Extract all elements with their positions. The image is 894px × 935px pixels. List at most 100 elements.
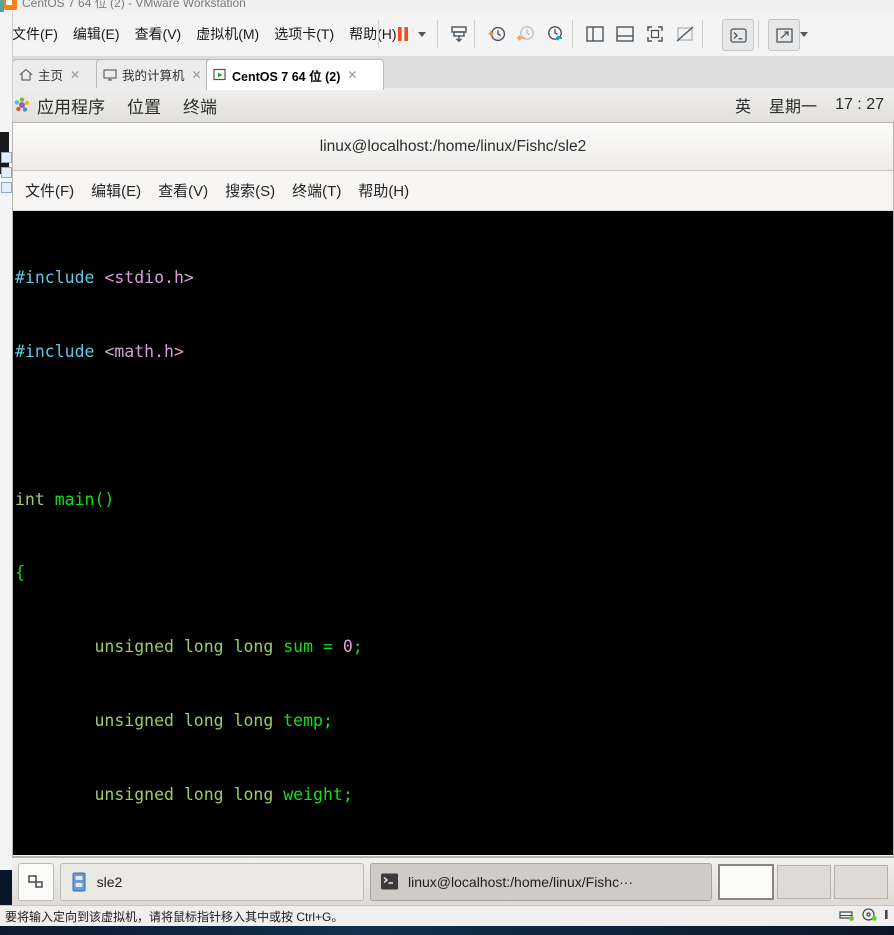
clock-time[interactable]: 17 : 27 [835, 96, 884, 114]
show-desktop-icon[interactable] [18, 862, 54, 901]
vmware-menu-items: 文件(F) 编辑(E) 查看(V) 虚拟机(M) 选项卡(T) 帮助(H) [12, 24, 397, 44]
gnome-panel-right: 英 星期一 17 : 27 [735, 88, 884, 122]
taskbar-window-terminal[interactable]: linux@localhost:/home/linux/Fishc··· [370, 862, 712, 901]
input-method-indicator[interactable]: 英 [735, 93, 751, 117]
window-titlebar: CentOS 7 64 位 (2) - VMware Workstation [0, 0, 894, 12]
host-desktop-wallpaper [0, 926, 894, 935]
cd-dvd-icon[interactable] [861, 908, 877, 922]
code-line-8: unsigned long long weight; [15, 783, 893, 808]
snapshot-manager-icon[interactable] [540, 19, 570, 49]
gnome-foot-icon [14, 97, 30, 113]
terminal-menu-terminal[interactable]: 终端(T) [292, 180, 341, 201]
code-line-6: unsigned long long sum = 0; [15, 635, 893, 660]
dropdown-caret-icon[interactable] [414, 19, 430, 49]
vmware-device-icons [838, 908, 890, 922]
show-thumbnails-icon[interactable] [610, 19, 640, 49]
tab-close-icon-3[interactable]: ✕ [347, 68, 357, 82]
code-line-1: #include <stdio.h> [15, 266, 893, 291]
vmware-menubar: 文件(F) 编辑(E) 查看(V) 虚拟机(M) 选项卡(T) 帮助(H) [0, 12, 894, 57]
gnome-taskbar: sle2 linux@localhost:/home/linux/Fishc··… [12, 857, 894, 905]
code-line-5: { [15, 561, 893, 586]
file-manager-icon [72, 872, 86, 891]
gnome-places-menu[interactable]: 位置 [127, 93, 161, 118]
stretch-icon[interactable] [768, 19, 800, 51]
workspace-3[interactable] [834, 864, 888, 899]
show-sidebar-icon[interactable] [580, 19, 610, 49]
vmware-workstation-window: CentOS 7 64 位 (2) - VMware Workstation 文… [0, 0, 894, 935]
assign-op: = [313, 637, 343, 657]
zero-literal: 0 [342, 637, 353, 657]
main-function: main() [44, 489, 115, 509]
menu-tabs[interactable]: 选项卡(T) [274, 24, 334, 44]
tab-my-computer[interactable]: 我的计算机 ✕ [96, 59, 214, 89]
vmware-tab-strip: 主页 ✕ 我的计算机 ✕ CentOS 7 64 位 (2) ✕ [0, 56, 894, 90]
sidebar-thumb-2-icon[interactable] [1, 167, 12, 178]
fullscreen-icon[interactable] [640, 19, 670, 49]
unity-mode-icon[interactable] [670, 19, 700, 49]
taskbar-window-sle2[interactable]: sle2 [59, 862, 365, 901]
terminal-titlebar: linux@localhost:/home/linux/Fishc/sle2 [13, 123, 893, 171]
home-icon [19, 68, 33, 81]
toolbar-separator-4 [572, 20, 573, 48]
gnome-terminal-window: linux@localhost:/home/linux/Fishc/sle2 文… [12, 122, 894, 857]
stretch-caret-icon[interactable] [797, 19, 811, 49]
code-line-7: unsigned long long temp; [15, 709, 893, 734]
sum-identifier: sum [283, 637, 314, 657]
int-type: int [15, 489, 45, 509]
gnome-applications-menu[interactable]: 应用程序 [37, 93, 105, 118]
vim-editor-pane[interactable]: #include <stdio.h> #include <math.h> int… [13, 211, 893, 855]
tab-close-icon[interactable]: ✕ [70, 68, 80, 82]
terminal-icon [381, 873, 399, 890]
terminal-menu-edit[interactable]: 编辑(E) [91, 180, 141, 201]
terminal-menu-file[interactable]: 文件(F) [25, 180, 74, 201]
temp-decl-type: unsigned long long [15, 710, 284, 730]
include-keyword-2: #include [15, 341, 95, 361]
math-header: <math.h> [94, 341, 184, 361]
workspace-2[interactable] [777, 864, 831, 899]
menu-file[interactable]: 文件(F) [12, 24, 58, 44]
tab-my-computer-label: 我的计算机 [122, 69, 185, 83]
send-ctrl-alt-del-icon[interactable] [444, 19, 474, 49]
terminal-menu-view[interactable]: 查看(V) [158, 180, 208, 201]
hard-disk-icon[interactable] [838, 908, 854, 922]
weight-identifier: weight; [283, 784, 353, 804]
taskbar-window-sle2-label: sle2 [96, 873, 123, 890]
sidebar-thumb-3-icon[interactable] [1, 182, 12, 193]
console-view-icon[interactable] [722, 19, 754, 51]
take-snapshot-icon[interactable] [482, 19, 512, 49]
tab-home[interactable]: 主页 ✕ [12, 59, 104, 89]
computer-icon [103, 68, 117, 81]
vmware-app-icon [4, 0, 17, 10]
taskbar-window-terminal-label: linux@localhost:/home/linux/Fishc··· [408, 873, 634, 890]
code-line-2: #include <math.h> [15, 340, 893, 365]
menu-edit[interactable]: 编辑(E) [73, 24, 120, 44]
terminal-menu-search[interactable]: 搜索(S) [225, 180, 275, 201]
clock-day[interactable]: 星期一 [769, 93, 817, 117]
menu-vm[interactable]: 虚拟机(M) [196, 24, 259, 44]
tab-close-icon-2[interactable]: ✕ [192, 68, 202, 82]
semicolon: ; [352, 637, 363, 657]
code-line-4: int main() [15, 488, 893, 513]
terminal-menu-help[interactable]: 帮助(H) [358, 180, 409, 201]
sum-decl-type: unsigned long long [15, 637, 284, 657]
temp-identifier: temp; [283, 710, 333, 730]
revert-snapshot-icon[interactable] [511, 19, 541, 49]
toolbar-separator-5 [702, 20, 703, 48]
vmware-status-bar: 要将输入定向到该虚拟机，请将鼠标指针移入其中或按 Ctrl+G。 [0, 905, 894, 926]
open-brace: { [15, 563, 25, 583]
tab-home-label: 主页 [38, 69, 64, 83]
gnome-terminal-menu[interactable]: 终端 [183, 93, 217, 118]
vm-running-icon [213, 68, 226, 81]
window-title: CentOS 7 64 位 (2) - VMware Workstation [22, 0, 246, 10]
include-keyword: #include [15, 268, 95, 288]
terminal-menubar: 文件(F) 编辑(E) 查看(V) 搜索(S) 终端(T) 帮助(H) [13, 171, 893, 211]
tab-centos-vm[interactable]: CentOS 7 64 位 (2) ✕ [206, 59, 384, 90]
gnome-top-panel: 应用程序 位置 终端 英 星期一 17 : 27 [0, 88, 894, 123]
toolbar-separator [378, 20, 379, 48]
menu-view[interactable]: 查看(V) [135, 24, 182, 44]
toolbar-separator-2 [437, 20, 438, 48]
sidebar-thumb-1-icon[interactable] [1, 152, 12, 163]
workspace-1[interactable] [718, 863, 774, 900]
code-line-3-blank [15, 414, 893, 439]
network-icon[interactable] [884, 908, 890, 922]
